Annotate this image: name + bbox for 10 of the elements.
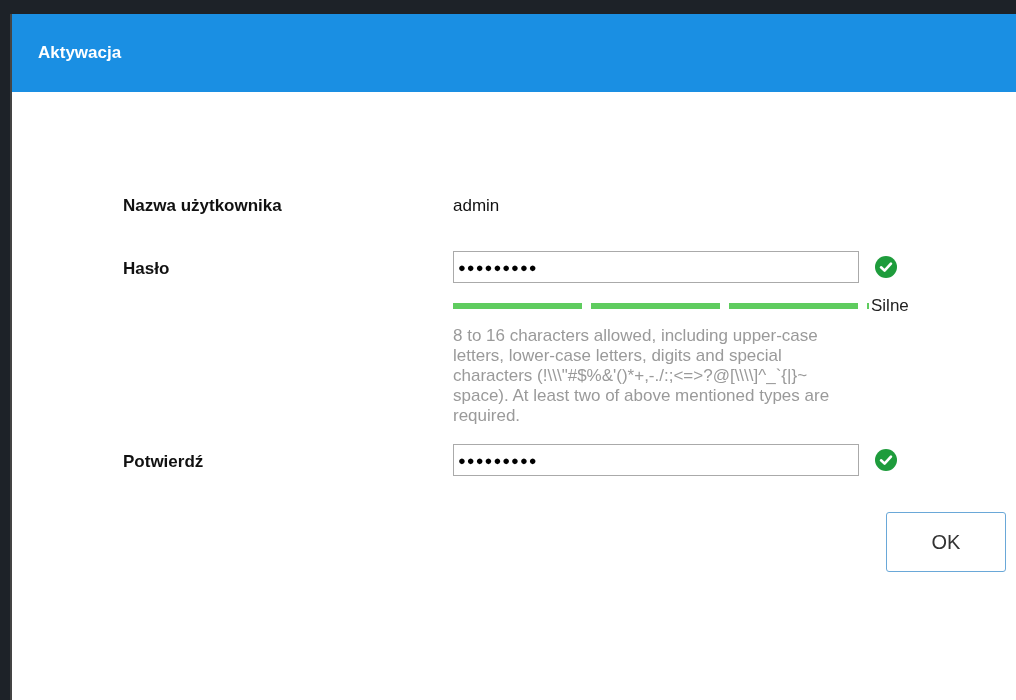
strength-label: Silne [871, 296, 909, 316]
username-value: admin [453, 196, 500, 215]
field-label: Hasło [123, 258, 171, 280]
field-label: Potwierdź [123, 451, 205, 473]
password-hint: 8 to 16 characters allowed, including upper-case letters, lower-case letters, digits and special characters (!\\\"#$%&'()*+,-./:;<=>?@[\\\\]^_`{|}~ space). At least two of above mentioned types are required. [453, 326, 831, 426]
dialog-title: Aktywacja [38, 43, 122, 63]
ok-button[interactable]: OK [886, 512, 1006, 572]
password-field[interactable]: ●●●●●●●●● [453, 251, 859, 283]
field-label: Nazwa użytkownika [123, 196, 283, 216]
password-field[interactable]: ●●●●●●●●● [453, 444, 859, 476]
